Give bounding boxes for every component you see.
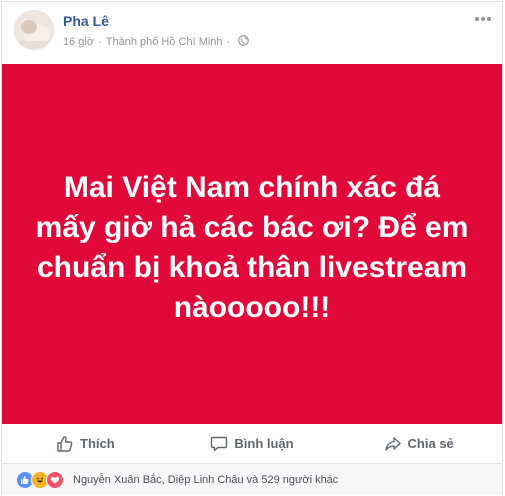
love-icon xyxy=(46,470,64,489)
post-card: Pha Lê 16 giờ · Thành phố Hồ Chí Minh · … xyxy=(1,1,503,495)
meta-separator-2: · xyxy=(226,36,231,48)
meta-separator: · xyxy=(98,36,102,48)
reactions-summary[interactable]: Nguyễn Xuân Bắc, Diệp Linh Châu và 529 n… xyxy=(73,474,338,486)
globe-icon[interactable] xyxy=(238,35,250,49)
author-name[interactable]: Pha Lê xyxy=(63,13,109,29)
post-meta: 16 giờ · Thành phố Hồ Chí Minh · xyxy=(63,35,250,49)
reactions-bar[interactable]: Nguyễn Xuân Bắc, Diệp Linh Châu và 529 n… xyxy=(2,464,502,495)
thumbs-up-icon xyxy=(57,435,73,452)
reaction-icons xyxy=(16,470,64,489)
more-options-icon[interactable] xyxy=(472,10,494,28)
share-button[interactable]: Chia sẻ xyxy=(335,428,502,460)
comment-button[interactable]: Bình luận xyxy=(169,428,336,460)
comment-label: Bình luận xyxy=(234,436,294,451)
comment-icon xyxy=(211,436,228,451)
share-icon xyxy=(384,436,401,451)
post-time[interactable]: 16 giờ xyxy=(63,36,94,48)
like-label: Thích xyxy=(80,436,115,451)
post-image[interactable]: Mai Việt Nam chính xác đá mấy giờ hả các… xyxy=(2,64,502,424)
avatar[interactable] xyxy=(14,10,54,50)
post-image-text: Mai Việt Nam chính xác đá mấy giờ hả các… xyxy=(35,171,469,324)
like-button[interactable]: Thích xyxy=(2,428,169,460)
post-actions: Thích Bình luận Chia sẻ xyxy=(2,424,502,464)
avatar-image xyxy=(15,11,53,49)
post-header: Pha Lê 16 giờ · Thành phố Hồ Chí Minh · xyxy=(2,2,502,64)
post-location[interactable]: Thành phố Hồ Chí Minh xyxy=(106,36,223,48)
share-label: Chia sẻ xyxy=(407,436,454,451)
